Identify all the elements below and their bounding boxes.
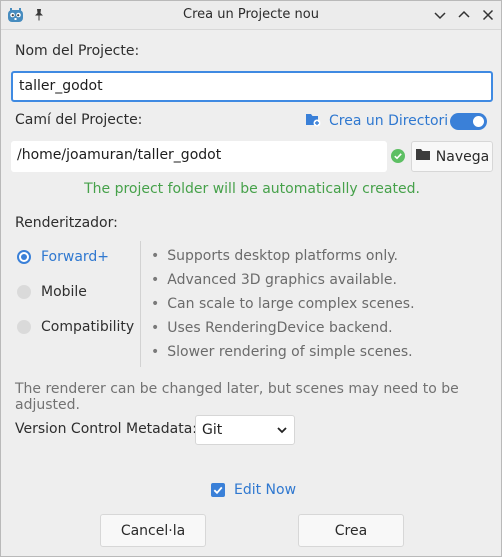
window-title: Crea un Projecte nou [183, 7, 319, 22]
toggle-knob [473, 116, 484, 127]
feature-item: Supports desktop platforms only. [151, 246, 415, 270]
edit-now-label: Edit Now [234, 482, 297, 498]
divider [140, 241, 141, 367]
title-bar: Crea un Projecte nou [1, 1, 501, 30]
create-directory-option[interactable]: Crea un Directori [305, 111, 448, 131]
radio-button[interactable] [17, 250, 31, 264]
project-name-input[interactable]: taller_godot [11, 71, 493, 102]
dialog-window: Crea un Projecte nou Nom del Projecte: t… [0, 0, 502, 557]
radio-button[interactable] [17, 285, 31, 299]
create-button[interactable]: Crea [298, 514, 404, 547]
minimize-icon[interactable] [433, 8, 447, 22]
project-path-label: Camí del Projecte: [15, 112, 143, 128]
renderer-label: Renderitzador: [15, 215, 118, 231]
renderer-option-mobile[interactable]: Mobile [17, 284, 87, 300]
version-control-label: Version Control Metadata: [15, 421, 197, 437]
edit-now-checkbox[interactable] [211, 483, 225, 497]
browse-button[interactable]: Navega [411, 141, 493, 172]
create-directory-label[interactable]: Crea un Directori [329, 113, 448, 129]
edit-now-option[interactable]: Edit Now [211, 482, 296, 498]
check-circle-icon [391, 149, 405, 163]
renderer-features-list: Supports desktop platforms only. Advance… [151, 246, 415, 366]
project-path-input[interactable]: /home/joamuran/taller_godot [11, 141, 387, 172]
chevron-down-icon [276, 424, 288, 440]
folder-icon [415, 148, 431, 165]
folder-add-icon [305, 112, 321, 131]
browse-label: Navega [435, 148, 490, 165]
close-icon[interactable] [481, 8, 495, 22]
feature-item: Slower rendering of simple scenes. [151, 342, 415, 366]
cancel-button[interactable]: Cancel·la [100, 514, 206, 547]
renderer-option-label: Forward+ [41, 249, 110, 265]
version-control-value: Git [202, 422, 223, 438]
version-control-select[interactable]: Git [195, 415, 295, 445]
path-status-text: The project folder will be automatically… [84, 181, 420, 197]
renderer-option-label: Compatibility [41, 319, 135, 335]
renderer-option-forward-plus[interactable]: Forward+ [17, 249, 109, 265]
renderer-option-compatibility[interactable]: Compatibility [17, 319, 134, 335]
radio-button[interactable] [17, 320, 31, 334]
maximize-icon[interactable] [457, 8, 471, 22]
feature-item: Advanced 3D graphics available. [151, 270, 415, 294]
feature-item: Uses RenderingDevice backend. [151, 318, 415, 342]
project-name-label: Nom del Projecte: [15, 43, 140, 59]
renderer-option-label: Mobile [41, 284, 87, 300]
feature-item: Can scale to large complex scenes. [151, 294, 414, 318]
renderer-note: The renderer can be changed later, but s… [15, 381, 459, 413]
create-directory-toggle[interactable] [450, 113, 487, 130]
